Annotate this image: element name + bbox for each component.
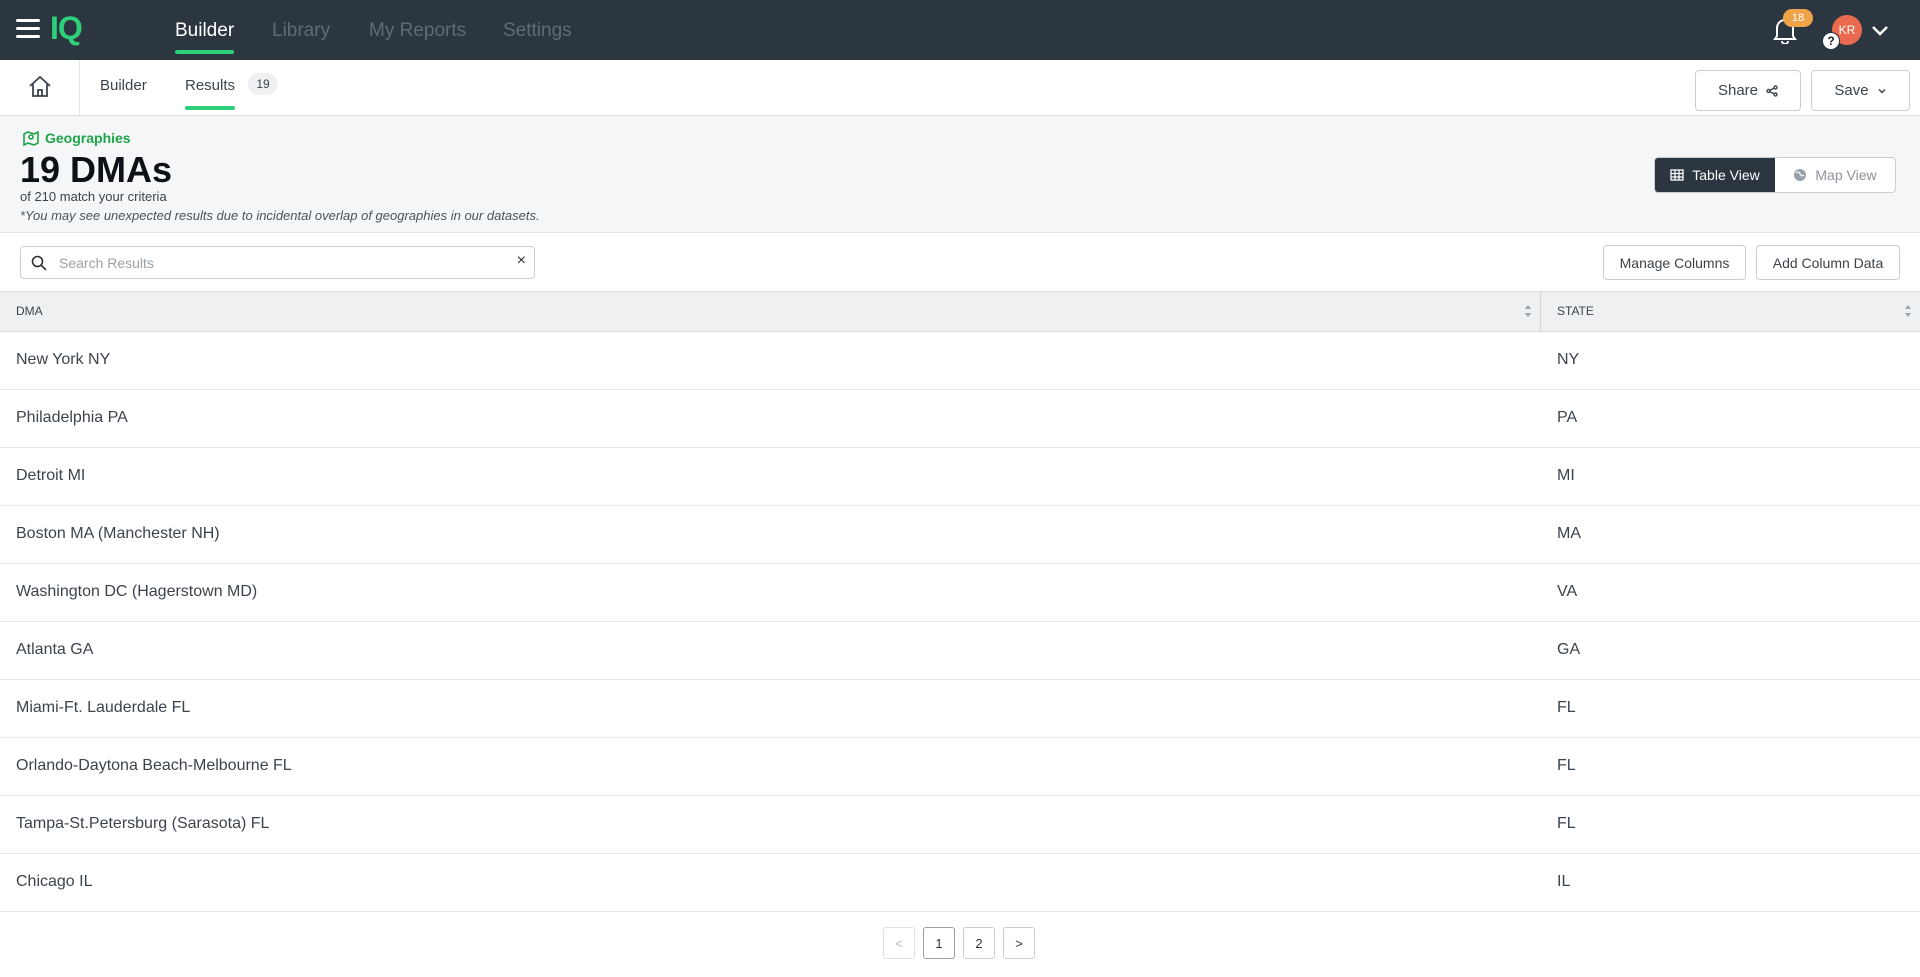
help-icon[interactable]: ? <box>1822 32 1840 50</box>
overlap-note: *You may see unexpected results due to i… <box>20 208 540 223</box>
page-2-button[interactable]: 2 <box>963 927 995 959</box>
top-nav: IQ Builder Library My Reports Settings 1… <box>0 0 1920 60</box>
table-row[interactable]: Orlando-Daytona Beach-Melbourne FL FL <box>0 738 1920 796</box>
cell-state: MI <box>1557 467 1575 484</box>
map-view-label: Map View <box>1815 167 1877 183</box>
cell-state: GA <box>1557 641 1581 658</box>
cell-dma: Philadelphia PA <box>16 409 128 426</box>
category-label: Geographies <box>22 129 131 147</box>
column-header-dma[interactable]: DMA <box>0 292 1540 331</box>
results-subbar: Builder Results 19 Share Save <box>0 60 1920 116</box>
nav-builder[interactable]: Builder <box>175 20 235 54</box>
chevron-down-icon <box>1878 88 1886 94</box>
chevron-down-icon[interactable] <box>1870 20 1890 40</box>
manage-columns-button[interactable]: Manage Columns <box>1603 245 1746 280</box>
table-row[interactable]: Atlanta GA GA <box>0 622 1920 680</box>
column-header-state-label: STATE <box>1557 304 1594 318</box>
view-toggle: Table View Map View <box>1654 157 1896 193</box>
cell-dma: Boston MA (Manchester NH) <box>16 525 220 542</box>
cell-dma: Tampa-St.Petersburg (Sarasota) FL <box>16 815 270 832</box>
save-button-label: Save <box>1834 82 1869 99</box>
table-view-button[interactable]: Table View <box>1655 158 1775 192</box>
clear-search-icon[interactable]: × <box>517 252 526 270</box>
share-button-label: Share <box>1717 82 1759 99</box>
cell-state: FL <box>1557 815 1576 832</box>
cell-dma: Detroit MI <box>16 467 86 484</box>
share-button[interactable]: Share <box>1695 70 1801 111</box>
cell-state: FL <box>1557 699 1576 716</box>
cell-dma: Atlanta GA <box>16 641 94 658</box>
table-row[interactable]: Tampa-St.Petersburg (Sarasota) FL FL <box>0 796 1920 854</box>
search-input[interactable] <box>59 247 499 278</box>
cell-dma: Orlando-Daytona Beach-Melbourne FL <box>16 757 292 774</box>
page-1-button[interactable]: 1 <box>923 927 955 959</box>
table-row[interactable]: Miami-Ft. Lauderdale FL FL <box>0 680 1920 738</box>
results-header: Geographies 19 DMAs of 210 match your cr… <box>0 116 1920 233</box>
table-row[interactable]: Boston MA (Manchester NH) MA <box>0 506 1920 564</box>
prev-page-button[interactable]: < <box>883 927 915 959</box>
category-text: Geographies <box>45 130 131 146</box>
cell-dma: Miami-Ft. Lauderdale FL <box>16 699 191 716</box>
nav-library[interactable]: Library <box>272 20 330 42</box>
page-title: 19 DMAs <box>20 149 173 190</box>
table-row[interactable]: Washington DC (Hagerstown MD) VA <box>0 564 1920 622</box>
add-column-data-button[interactable]: Add Column Data <box>1756 245 1900 280</box>
table-row[interactable]: Philadelphia PA PA <box>0 390 1920 448</box>
home-icon <box>29 75 51 97</box>
table-view-label: Table View <box>1692 167 1760 183</box>
match-subtitle: of 210 match your criteria <box>20 189 167 204</box>
tab-results[interactable]: Results <box>185 77 236 110</box>
cell-state: FL <box>1557 757 1576 774</box>
cell-dma: New York NY <box>16 351 111 368</box>
pagination: < 1 2 > <box>883 927 1035 959</box>
results-count-badge: 19 <box>248 73 278 95</box>
cell-state: IL <box>1557 873 1571 890</box>
hamburger-menu-icon[interactable] <box>16 19 40 39</box>
table-body: New York NY NY Philadelphia PA PA Detroit … <box>0 332 1920 912</box>
cell-state: NY <box>1557 351 1580 368</box>
share-icon <box>1766 84 1778 97</box>
globe-icon <box>1794 169 1807 181</box>
search-box: × <box>20 246 535 279</box>
table-row[interactable]: Chicago IL IL <box>0 854 1920 912</box>
sort-icon[interactable] <box>1904 304 1912 318</box>
cell-dma: Chicago IL <box>16 873 93 890</box>
sort-icon[interactable] <box>1524 304 1532 318</box>
notification-badge: 18 <box>1783 9 1813 27</box>
tab-builder[interactable]: Builder <box>100 77 147 94</box>
column-header-state[interactable]: STATE <box>1541 292 1920 331</box>
next-page-button[interactable]: > <box>1003 927 1035 959</box>
map-view-button[interactable]: Map View <box>1775 158 1895 192</box>
search-icon <box>31 255 47 271</box>
nav-settings[interactable]: Settings <box>503 20 572 42</box>
table-row[interactable]: New York NY NY <box>0 332 1920 390</box>
table-row[interactable]: Detroit MI MI <box>0 448 1920 506</box>
home-button[interactable] <box>0 60 80 115</box>
app-logo[interactable]: IQ <box>50 10 83 47</box>
save-button[interactable]: Save <box>1811 70 1910 111</box>
map-icon <box>23 130 39 147</box>
cell-state: PA <box>1557 409 1578 426</box>
cell-dma: Washington DC (Hagerstown MD) <box>16 583 258 600</box>
table-header: DMA STATE <box>0 291 1920 332</box>
column-header-dma-label: DMA <box>16 304 43 318</box>
cell-state: VA <box>1557 583 1578 600</box>
table-icon <box>1670 169 1684 181</box>
nav-my-reports[interactable]: My Reports <box>369 20 466 42</box>
cell-state: MA <box>1557 525 1581 542</box>
